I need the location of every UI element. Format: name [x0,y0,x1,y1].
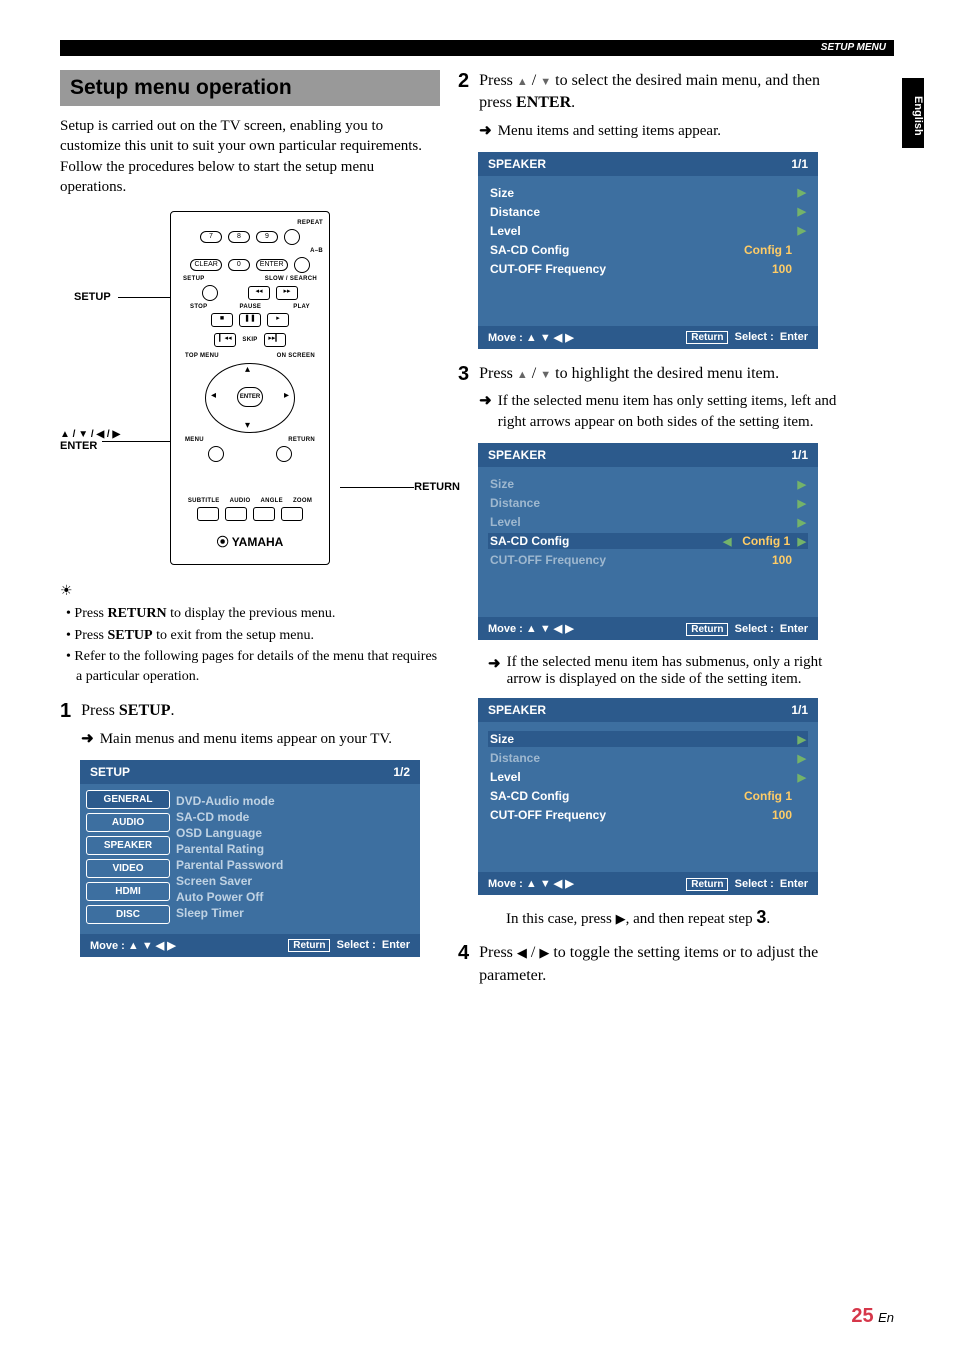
mid-note: ➜If the selected menu item has submenus,… [488,654,846,688]
remote-body: REPEAT 789 A–B CLEAR0ENTER SETUPSLOW / S… [170,211,330,565]
remote-diagram: SETUP ▲ / ▼ / ◀ / ▶ ENTER RETURN REPEAT … [110,211,390,565]
callout-return: RETURN [414,481,460,493]
tail-note: In this case, press ▶, and then repeat s… [506,907,846,928]
osd-setup: SETUP1/2 GENERAL AUDIO SPEAKER VIDEO HDM… [80,760,420,957]
step-2: 2 Press ▲ / ▼ to select the desired main… [458,70,846,142]
header-label: SETUP MENU [821,42,886,53]
step-4: 4 Press ◀ / ▶ to toggle the setting item… [458,942,846,987]
osd-speaker-1: SPEAKER1/1 Size▶ Distance▶ Level▶ SA-CD … [478,152,818,349]
language-tab: English [902,78,924,148]
left-column: Setup menu operation Setup is carried ou… [60,70,440,961]
right-column: 2 Press ▲ / ▼ to select the desired main… [458,70,846,987]
page-number: 25 En [851,1305,894,1328]
header-bar: SETUP MENU [60,40,894,56]
step-1: 1 Press SETUP. ➜Main menus and menu item… [60,700,440,749]
section-heading: Setup menu operation [60,70,440,106]
step-3: 3 Press ▲ / ▼ to highlight the desired m… [458,363,846,433]
tips-list: Press RETURN to display the previous men… [66,604,440,686]
callout-setup: SETUP [74,291,111,303]
osd-speaker-2: SPEAKER1/1 Size▶ Distance▶ Level▶ SA-CD … [478,443,818,640]
osd-speaker-3: SPEAKER1/1 Size▶ Distance▶ Level▶ SA-CD … [478,698,818,895]
tip-icon: ☀ [60,583,440,600]
intro-text: Setup is carried out on the TV screen, e… [60,116,440,197]
arrow-icon: ➜ [81,729,94,750]
